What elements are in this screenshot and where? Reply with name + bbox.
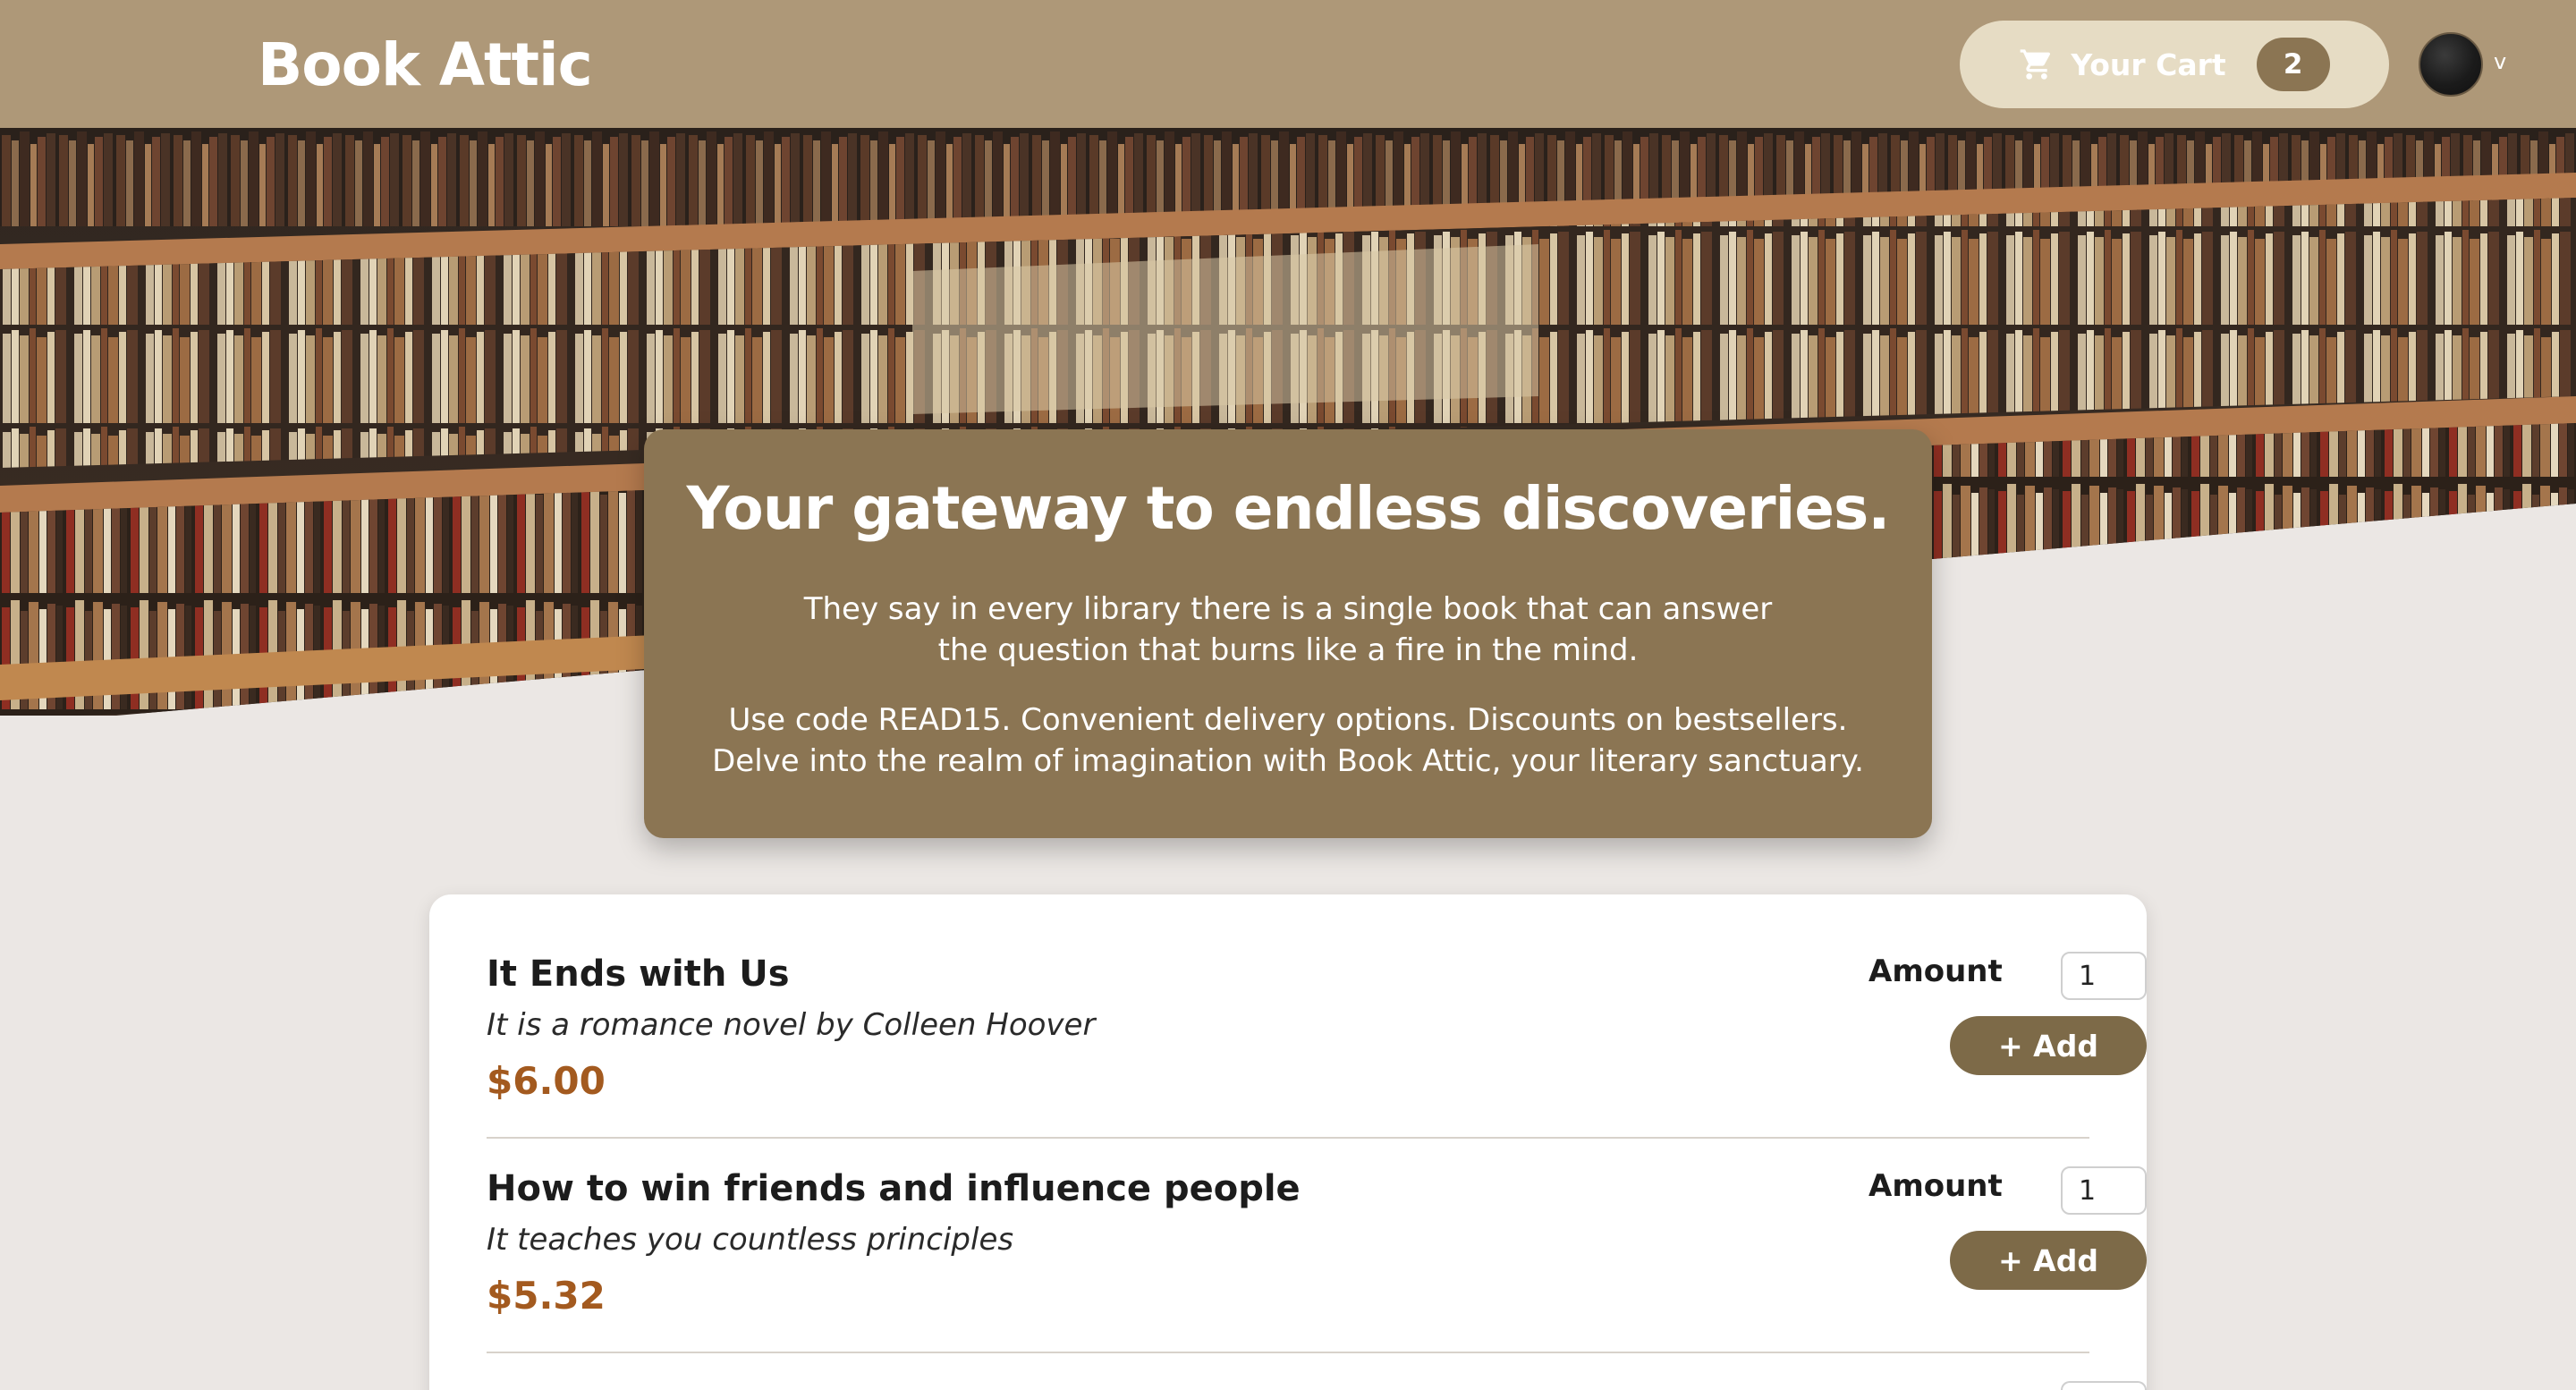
amount-label: Amount bbox=[1868, 1168, 2003, 1204]
amount-label: Amount bbox=[1868, 954, 2003, 989]
product-item: It Ends with Us It is a romance novel by… bbox=[487, 894, 2147, 1139]
hero-message-card: Your gateway to endless discoveries. The… bbox=[644, 429, 1932, 838]
product-description: It is a romance novel by Colleen Hoover bbox=[487, 1007, 1096, 1043]
amount-input[interactable] bbox=[2061, 1166, 2147, 1215]
amount-input[interactable] bbox=[2061, 952, 2147, 1000]
amount-input[interactable] bbox=[2061, 1381, 2147, 1390]
brand-logo[interactable]: Book Attic bbox=[258, 30, 593, 99]
product-description: It teaches you countless principles bbox=[487, 1222, 1014, 1258]
product-list: It Ends with Us It is a romance novel by… bbox=[429, 894, 2147, 1390]
shopping-cart-icon bbox=[2020, 49, 2051, 80]
hero-paragraph-promo: Use code READ15. Convenient delivery opt… bbox=[712, 702, 1864, 779]
hero-paragraph-quote: They say in every library there is a sin… bbox=[803, 591, 1773, 668]
product-name: It Ends with Us bbox=[487, 954, 790, 995]
add-to-cart-button[interactable]: + Add bbox=[1950, 1016, 2147, 1075]
hero-title: Your gateway to endless discoveries. bbox=[686, 474, 1891, 543]
cart-label: Your Cart bbox=[2071, 47, 2226, 82]
add-to-cart-button[interactable]: + Add bbox=[1950, 1231, 2147, 1290]
top-header: Book Attic Your Cart 2 v bbox=[0, 0, 2576, 128]
avatar-dropdown-caret[interactable]: v bbox=[2494, 49, 2506, 74]
cart-button[interactable]: Your Cart 2 bbox=[1960, 21, 2389, 108]
product-price: $6.00 bbox=[487, 1059, 606, 1103]
product-price: $5.32 bbox=[487, 1274, 606, 1318]
cart-count-badge: 2 bbox=[2256, 38, 2330, 91]
product-divider bbox=[487, 1352, 2089, 1353]
product-item: How to win friends and influence people … bbox=[487, 1109, 2147, 1353]
user-avatar[interactable] bbox=[2419, 32, 2483, 97]
product-name: How to win friends and influence people bbox=[487, 1168, 1301, 1209]
